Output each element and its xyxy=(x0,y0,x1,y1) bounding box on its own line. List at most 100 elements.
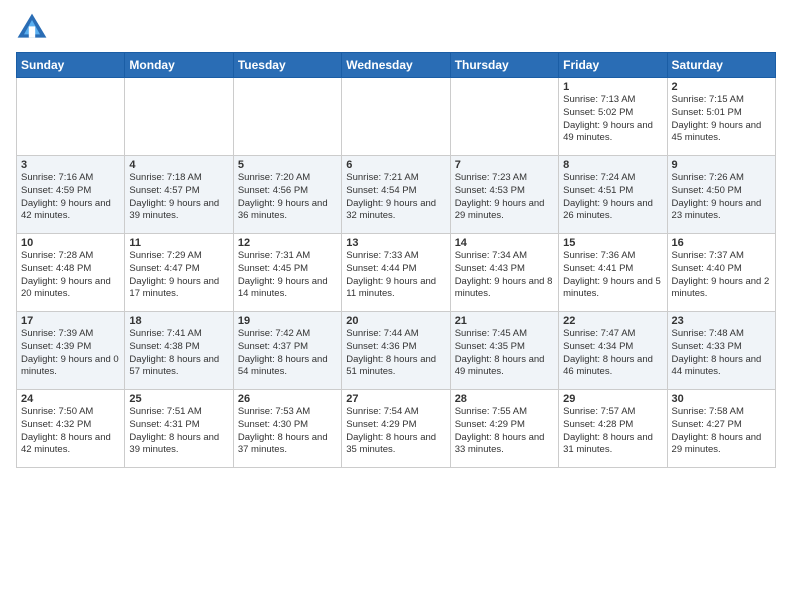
weekday-header-saturday: Saturday xyxy=(667,53,775,78)
day-cell: 26Sunrise: 7:53 AM Sunset: 4:30 PM Dayli… xyxy=(233,390,341,468)
day-number: 5 xyxy=(238,159,337,171)
day-info: Sunrise: 7:21 AM Sunset: 4:54 PM Dayligh… xyxy=(346,172,445,223)
day-cell: 3Sunrise: 7:16 AM Sunset: 4:59 PM Daylig… xyxy=(17,156,125,234)
day-number: 16 xyxy=(672,237,771,249)
day-number: 19 xyxy=(238,315,337,327)
day-info: Sunrise: 7:34 AM Sunset: 4:43 PM Dayligh… xyxy=(455,250,554,301)
calendar: SundayMondayTuesdayWednesdayThursdayFrid… xyxy=(16,52,776,468)
day-cell: 22Sunrise: 7:47 AM Sunset: 4:34 PM Dayli… xyxy=(559,312,667,390)
day-info: Sunrise: 7:47 AM Sunset: 4:34 PM Dayligh… xyxy=(563,328,662,379)
day-number: 24 xyxy=(21,393,120,405)
day-info: Sunrise: 7:50 AM Sunset: 4:32 PM Dayligh… xyxy=(21,406,120,457)
week-row-2: 10Sunrise: 7:28 AM Sunset: 4:48 PM Dayli… xyxy=(17,234,776,312)
day-info: Sunrise: 7:53 AM Sunset: 4:30 PM Dayligh… xyxy=(238,406,337,457)
day-cell xyxy=(233,78,341,156)
day-cell: 11Sunrise: 7:29 AM Sunset: 4:47 PM Dayli… xyxy=(125,234,233,312)
day-number: 23 xyxy=(672,315,771,327)
day-info: Sunrise: 7:58 AM Sunset: 4:27 PM Dayligh… xyxy=(672,406,771,457)
day-number: 14 xyxy=(455,237,554,249)
day-cell: 28Sunrise: 7:55 AM Sunset: 4:29 PM Dayli… xyxy=(450,390,558,468)
day-cell: 2Sunrise: 7:15 AM Sunset: 5:01 PM Daylig… xyxy=(667,78,775,156)
day-cell: 4Sunrise: 7:18 AM Sunset: 4:57 PM Daylig… xyxy=(125,156,233,234)
day-info: Sunrise: 7:31 AM Sunset: 4:45 PM Dayligh… xyxy=(238,250,337,301)
logo xyxy=(16,12,52,44)
header xyxy=(16,12,776,44)
day-info: Sunrise: 7:41 AM Sunset: 4:38 PM Dayligh… xyxy=(129,328,228,379)
day-info: Sunrise: 7:23 AM Sunset: 4:53 PM Dayligh… xyxy=(455,172,554,223)
day-info: Sunrise: 7:39 AM Sunset: 4:39 PM Dayligh… xyxy=(21,328,120,379)
week-row-1: 3Sunrise: 7:16 AM Sunset: 4:59 PM Daylig… xyxy=(17,156,776,234)
week-row-3: 17Sunrise: 7:39 AM Sunset: 4:39 PM Dayli… xyxy=(17,312,776,390)
day-cell: 8Sunrise: 7:24 AM Sunset: 4:51 PM Daylig… xyxy=(559,156,667,234)
day-cell: 24Sunrise: 7:50 AM Sunset: 4:32 PM Dayli… xyxy=(17,390,125,468)
weekday-header-row: SundayMondayTuesdayWednesdayThursdayFrid… xyxy=(17,53,776,78)
day-number: 8 xyxy=(563,159,662,171)
logo-icon xyxy=(16,12,48,44)
day-number: 6 xyxy=(346,159,445,171)
day-number: 18 xyxy=(129,315,228,327)
day-info: Sunrise: 7:51 AM Sunset: 4:31 PM Dayligh… xyxy=(129,406,228,457)
day-info: Sunrise: 7:37 AM Sunset: 4:40 PM Dayligh… xyxy=(672,250,771,301)
day-info: Sunrise: 7:13 AM Sunset: 5:02 PM Dayligh… xyxy=(563,94,662,145)
day-info: Sunrise: 7:33 AM Sunset: 4:44 PM Dayligh… xyxy=(346,250,445,301)
day-info: Sunrise: 7:20 AM Sunset: 4:56 PM Dayligh… xyxy=(238,172,337,223)
day-cell: 27Sunrise: 7:54 AM Sunset: 4:29 PM Dayli… xyxy=(342,390,450,468)
day-cell: 14Sunrise: 7:34 AM Sunset: 4:43 PM Dayli… xyxy=(450,234,558,312)
day-cell: 25Sunrise: 7:51 AM Sunset: 4:31 PM Dayli… xyxy=(125,390,233,468)
day-cell xyxy=(17,78,125,156)
day-info: Sunrise: 7:24 AM Sunset: 4:51 PM Dayligh… xyxy=(563,172,662,223)
day-cell: 23Sunrise: 7:48 AM Sunset: 4:33 PM Dayli… xyxy=(667,312,775,390)
day-number: 29 xyxy=(563,393,662,405)
day-number: 20 xyxy=(346,315,445,327)
day-number: 15 xyxy=(563,237,662,249)
day-info: Sunrise: 7:45 AM Sunset: 4:35 PM Dayligh… xyxy=(455,328,554,379)
day-cell: 18Sunrise: 7:41 AM Sunset: 4:38 PM Dayli… xyxy=(125,312,233,390)
day-cell: 30Sunrise: 7:58 AM Sunset: 4:27 PM Dayli… xyxy=(667,390,775,468)
day-cell: 9Sunrise: 7:26 AM Sunset: 4:50 PM Daylig… xyxy=(667,156,775,234)
day-cell: 7Sunrise: 7:23 AM Sunset: 4:53 PM Daylig… xyxy=(450,156,558,234)
day-number: 4 xyxy=(129,159,228,171)
day-number: 3 xyxy=(21,159,120,171)
weekday-header-wednesday: Wednesday xyxy=(342,53,450,78)
day-cell xyxy=(450,78,558,156)
day-info: Sunrise: 7:55 AM Sunset: 4:29 PM Dayligh… xyxy=(455,406,554,457)
day-number: 27 xyxy=(346,393,445,405)
day-number: 26 xyxy=(238,393,337,405)
day-cell: 29Sunrise: 7:57 AM Sunset: 4:28 PM Dayli… xyxy=(559,390,667,468)
day-info: Sunrise: 7:57 AM Sunset: 4:28 PM Dayligh… xyxy=(563,406,662,457)
day-cell: 6Sunrise: 7:21 AM Sunset: 4:54 PM Daylig… xyxy=(342,156,450,234)
day-number: 21 xyxy=(455,315,554,327)
day-number: 9 xyxy=(672,159,771,171)
day-info: Sunrise: 7:54 AM Sunset: 4:29 PM Dayligh… xyxy=(346,406,445,457)
day-cell: 17Sunrise: 7:39 AM Sunset: 4:39 PM Dayli… xyxy=(17,312,125,390)
day-cell: 20Sunrise: 7:44 AM Sunset: 4:36 PM Dayli… xyxy=(342,312,450,390)
day-number: 7 xyxy=(455,159,554,171)
day-cell: 21Sunrise: 7:45 AM Sunset: 4:35 PM Dayli… xyxy=(450,312,558,390)
day-info: Sunrise: 7:28 AM Sunset: 4:48 PM Dayligh… xyxy=(21,250,120,301)
day-number: 10 xyxy=(21,237,120,249)
day-number: 17 xyxy=(21,315,120,327)
day-number: 2 xyxy=(672,81,771,93)
day-number: 11 xyxy=(129,237,228,249)
day-cell: 13Sunrise: 7:33 AM Sunset: 4:44 PM Dayli… xyxy=(342,234,450,312)
weekday-header-sunday: Sunday xyxy=(17,53,125,78)
day-number: 22 xyxy=(563,315,662,327)
day-cell xyxy=(342,78,450,156)
weekday-header-thursday: Thursday xyxy=(450,53,558,78)
day-number: 30 xyxy=(672,393,771,405)
day-info: Sunrise: 7:26 AM Sunset: 4:50 PM Dayligh… xyxy=(672,172,771,223)
day-number: 25 xyxy=(129,393,228,405)
day-number: 1 xyxy=(563,81,662,93)
week-row-0: 1Sunrise: 7:13 AM Sunset: 5:02 PM Daylig… xyxy=(17,78,776,156)
day-info: Sunrise: 7:44 AM Sunset: 4:36 PM Dayligh… xyxy=(346,328,445,379)
weekday-header-friday: Friday xyxy=(559,53,667,78)
day-cell: 19Sunrise: 7:42 AM Sunset: 4:37 PM Dayli… xyxy=(233,312,341,390)
day-cell: 16Sunrise: 7:37 AM Sunset: 4:40 PM Dayli… xyxy=(667,234,775,312)
day-cell: 5Sunrise: 7:20 AM Sunset: 4:56 PM Daylig… xyxy=(233,156,341,234)
day-cell: 12Sunrise: 7:31 AM Sunset: 4:45 PM Dayli… xyxy=(233,234,341,312)
weekday-header-tuesday: Tuesday xyxy=(233,53,341,78)
day-number: 28 xyxy=(455,393,554,405)
day-info: Sunrise: 7:16 AM Sunset: 4:59 PM Dayligh… xyxy=(21,172,120,223)
day-cell: 1Sunrise: 7:13 AM Sunset: 5:02 PM Daylig… xyxy=(559,78,667,156)
day-number: 12 xyxy=(238,237,337,249)
